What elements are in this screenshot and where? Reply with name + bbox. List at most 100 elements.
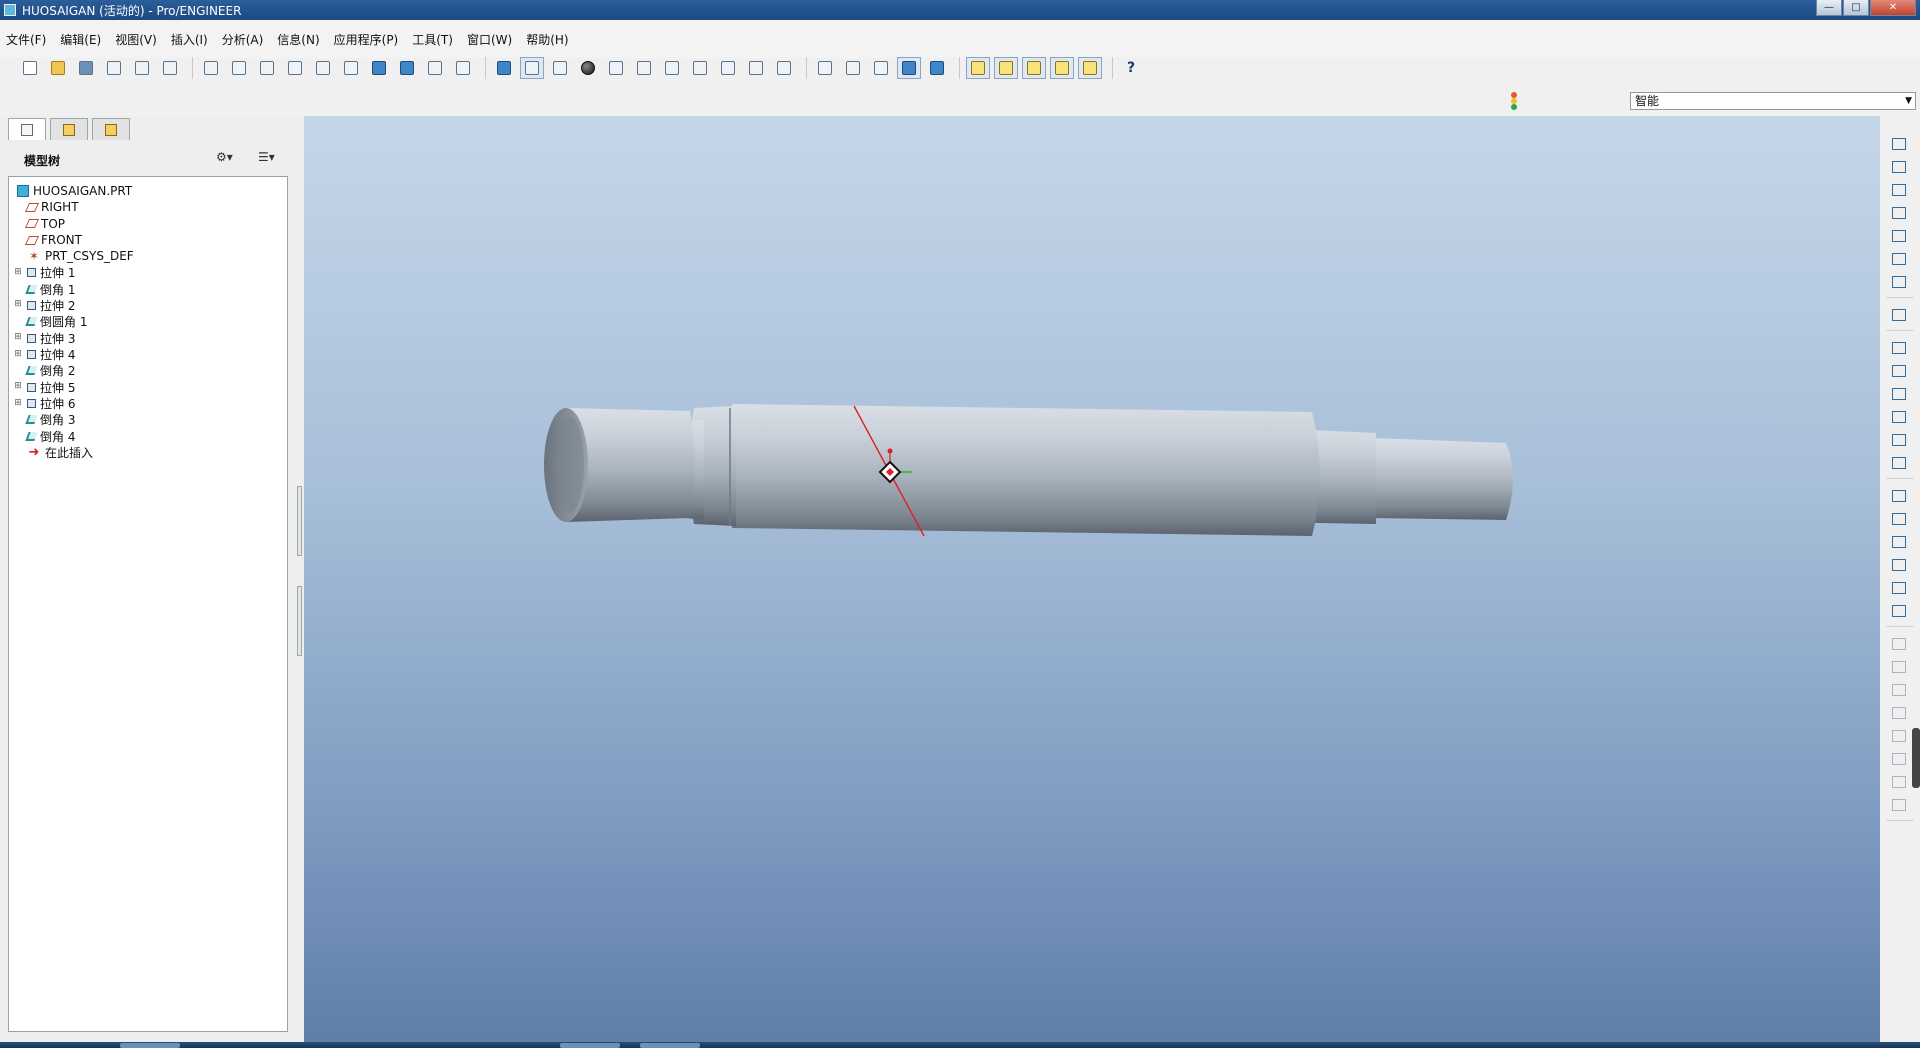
graphics-window[interactable] (304, 116, 1880, 1042)
mirror-tool-icon[interactable] (1889, 634, 1909, 654)
maximize-button[interactable]: □ (1843, 0, 1869, 16)
select-box-icon[interactable] (451, 57, 475, 79)
sketch-tool-icon[interactable] (1889, 134, 1909, 154)
annotations-display-icon[interactable] (1078, 57, 1102, 79)
tree-settings-button[interactable]: ⚙▾ (216, 150, 233, 164)
menu-applications[interactable]: 应用程序(P) (334, 31, 399, 48)
expand-icon[interactable]: ⊞ (13, 267, 23, 278)
offset-tool-icon[interactable] (1889, 749, 1909, 769)
datum-csys-tool-icon[interactable] (1889, 249, 1909, 269)
expand-icon[interactable]: ⊞ (13, 398, 23, 409)
menu-edit[interactable]: 编辑(E) (60, 31, 101, 48)
wireframe-icon[interactable] (813, 57, 837, 79)
splitter-grip[interactable] (297, 486, 302, 556)
expand-icon[interactable]: ⊞ (13, 300, 23, 310)
copy-icon[interactable] (283, 57, 307, 79)
layers-icon[interactable] (744, 57, 768, 79)
datum-planes-display-icon[interactable] (966, 57, 990, 79)
taskbar-item[interactable] (120, 1043, 180, 1048)
style-icon[interactable] (1889, 430, 1909, 450)
menu-insert[interactable]: 插入(I) (171, 31, 208, 48)
draft-tool-icon[interactable] (1889, 532, 1909, 552)
rib-tool-icon[interactable] (1889, 509, 1909, 529)
hole-tool-icon[interactable] (1889, 453, 1909, 473)
trim-tool-icon[interactable] (1889, 680, 1909, 700)
datum-point-tool-icon[interactable] (1889, 226, 1909, 246)
enhanced-realism-icon[interactable] (925, 57, 949, 79)
no-hidden-icon[interactable] (869, 57, 893, 79)
splitter-grip[interactable] (297, 586, 302, 656)
expand-icon[interactable]: ⊞ (13, 349, 23, 360)
print-icon[interactable] (102, 57, 126, 79)
selection-filter-dropdown[interactable]: 智能 ▼ (1630, 92, 1916, 110)
menu-analysis[interactable]: 分析(A) (222, 31, 264, 48)
spin-center-icon[interactable] (520, 57, 544, 79)
view-manager-icon[interactable] (772, 57, 796, 79)
tab-favorites[interactable] (92, 118, 130, 140)
analysis-tool-icon[interactable] (1889, 272, 1909, 292)
orient-mode-icon[interactable] (548, 57, 572, 79)
shaft-model[interactable] (304, 116, 1880, 1042)
regenerate-icon[interactable] (367, 57, 391, 79)
hidden-line-icon[interactable] (841, 57, 865, 79)
datum-axis-tool-icon[interactable] (1889, 180, 1909, 200)
menu-info[interactable]: 信息(N) (277, 31, 319, 48)
shell-tool-icon[interactable] (1889, 486, 1909, 506)
paste-special-icon[interactable] (339, 57, 363, 79)
paste-icon[interactable] (311, 57, 335, 79)
expand-icon[interactable]: ⊞ (13, 382, 23, 392)
extend-tool-icon[interactable] (1889, 726, 1909, 746)
new-icon[interactable] (18, 57, 42, 79)
sketcher-icon[interactable] (1889, 305, 1909, 325)
csys-display-icon[interactable] (1050, 57, 1074, 79)
find-icon[interactable] (423, 57, 447, 79)
menu-window[interactable]: 窗口(W) (467, 31, 512, 48)
taskbar-item[interactable] (560, 1043, 620, 1048)
datum-plane-tool-icon[interactable] (1889, 157, 1909, 177)
menu-view[interactable]: 视图(V) (115, 31, 157, 48)
save-icon[interactable] (74, 57, 98, 79)
tree-show-button[interactable]: ☰▾ (258, 150, 275, 164)
datum-axes-display-icon[interactable] (994, 57, 1018, 79)
taskbar-item[interactable] (640, 1043, 700, 1048)
zoom-out-icon[interactable] (632, 57, 656, 79)
expand-icon[interactable]: ⊞ (13, 333, 23, 343)
solidify-tool-icon[interactable] (1889, 795, 1909, 815)
open-icon[interactable] (46, 57, 70, 79)
redo-icon[interactable] (227, 57, 251, 79)
saved-views-icon[interactable] (716, 57, 740, 79)
print-preview-icon[interactable] (130, 57, 154, 79)
menu-tools[interactable]: 工具(T) (412, 31, 453, 48)
datum-curve-tool-icon[interactable] (1889, 203, 1909, 223)
pattern-tool-icon[interactable] (1889, 703, 1909, 723)
panel-splitter[interactable] (296, 116, 304, 1042)
refit-icon[interactable] (660, 57, 684, 79)
shaded-icon[interactable] (897, 57, 921, 79)
reorient-icon[interactable] (688, 57, 712, 79)
email-icon[interactable] (158, 57, 182, 79)
boundary-blend-icon[interactable] (1889, 407, 1909, 427)
minimize-button[interactable]: — (1816, 0, 1842, 16)
cut-icon[interactable] (255, 57, 279, 79)
merge-tool-icon[interactable] (1889, 657, 1909, 677)
copy-tool-icon[interactable] (1889, 601, 1909, 621)
regenerate-manager-icon[interactable] (395, 57, 419, 79)
round-tool-icon[interactable] (1889, 555, 1909, 575)
tree-item[interactable]: ➜ 在此插入 (13, 443, 283, 463)
menu-file[interactable]: 文件(F) (6, 31, 46, 48)
thicken-tool-icon[interactable] (1889, 772, 1909, 792)
tab-folder-browser[interactable] (50, 118, 88, 140)
menu-help[interactable]: 帮助(H) (526, 31, 568, 48)
toolbar-scrollbar[interactable] (1912, 728, 1920, 788)
chamfer-tool-icon[interactable] (1889, 578, 1909, 598)
undo-icon[interactable] (199, 57, 223, 79)
repaint-icon[interactable] (492, 57, 516, 79)
extrude-tool-icon[interactable] (1889, 338, 1909, 358)
datum-points-display-icon[interactable] (1022, 57, 1046, 79)
tab-model-tree[interactable] (8, 118, 46, 140)
variable-sweep-icon[interactable] (1889, 384, 1909, 404)
close-button[interactable]: ✕ (1870, 0, 1916, 16)
zoom-in-icon[interactable] (604, 57, 628, 79)
shading-icon[interactable] (576, 57, 600, 79)
context-help-icon[interactable]: ? (1119, 57, 1143, 79)
